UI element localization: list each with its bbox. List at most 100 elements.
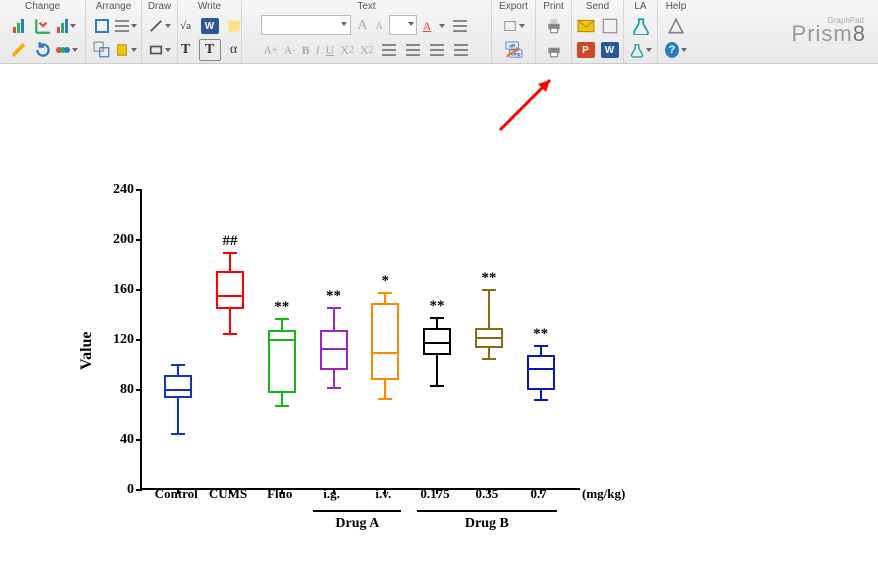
italic-button[interactable]: I <box>314 39 322 61</box>
group-title: Print <box>536 0 571 14</box>
font-color-menu-icon[interactable] <box>439 24 445 28</box>
email-icon[interactable] <box>575 15 597 37</box>
svg-text:tiff: tiff <box>509 43 515 48</box>
draw-shape-icon[interactable] <box>149 39 171 61</box>
y-tick-label: 0 <box>102 482 134 498</box>
group-label: Drug A <box>335 516 379 532</box>
y-tick <box>136 489 142 491</box>
group-title: Export <box>492 0 535 14</box>
plot-area: 04080120160200240##*********** <box>140 190 580 490</box>
y-tick <box>136 389 142 391</box>
group-print: Print <box>536 0 572 63</box>
send-word-icon[interactable]: W <box>599 39 621 61</box>
group-write: Write √a W T T α <box>178 0 242 63</box>
chart: Value 04080120160200240##*********** (mg… <box>80 180 600 560</box>
font-color-icon[interactable]: A <box>421 15 434 37</box>
significance-marker: ** <box>430 298 445 315</box>
y-axis-label: Value <box>78 331 96 370</box>
printer-icon[interactable] <box>543 15 565 37</box>
list-icon[interactable] <box>450 39 472 61</box>
annotation-arrow-icon <box>490 70 570 140</box>
magic-wand-icon[interactable] <box>8 39 30 61</box>
brand-name: Prism8 <box>792 21 866 47</box>
group-title: Text <box>242 0 491 14</box>
font-minus-icon[interactable]: A- <box>282 39 298 61</box>
font-size-selector[interactable] <box>389 15 417 35</box>
group-bracket <box>417 510 557 512</box>
group-title: Help <box>658 0 694 14</box>
word-export-icon[interactable]: W <box>199 15 221 37</box>
group-title: Write <box>178 0 241 14</box>
x-tick-label: 0.7 <box>530 486 546 502</box>
text-box-icon[interactable]: T <box>199 39 221 61</box>
y-tick-label: 120 <box>102 332 134 348</box>
significance-marker: ** <box>481 270 496 287</box>
align-menu-icon[interactable] <box>115 15 137 37</box>
line-spacing-icon[interactable] <box>449 15 471 37</box>
font-plus-icon[interactable]: A+ <box>261 39 279 61</box>
equation-icon[interactable]: √a <box>175 15 197 37</box>
help-question-icon[interactable]: ? <box>665 39 687 61</box>
group-arrange: Arrange <box>86 0 142 63</box>
print-preview-icon[interactable] <box>543 39 565 61</box>
send-all-icon[interactable] <box>599 15 621 37</box>
subscript-button[interactable]: X2 <box>358 39 376 61</box>
font-shrink-icon[interactable]: A <box>373 15 384 37</box>
group-title: Arrange <box>86 0 141 14</box>
significance-marker: ** <box>533 326 548 343</box>
y-tick <box>136 239 142 241</box>
chart-type-icon[interactable] <box>8 15 30 37</box>
x-tick-label: i.g. <box>323 486 340 502</box>
y-tick-label: 40 <box>102 432 134 448</box>
para-align-left-icon[interactable] <box>378 39 400 61</box>
superscript-button[interactable]: X2 <box>338 39 356 61</box>
y-tick <box>136 189 142 191</box>
y-tick-label: 160 <box>102 282 134 298</box>
group-objects-icon[interactable] <box>91 39 113 61</box>
ribbon-toolbar: Change Arrange <box>0 0 878 64</box>
x-tick-label: Control <box>155 486 198 502</box>
y-tick <box>136 339 142 341</box>
flask-icon[interactable] <box>630 15 652 37</box>
x-tick-label: 0.175 <box>420 486 449 502</box>
bar-style-icon[interactable] <box>56 15 78 37</box>
flask-menu-icon[interactable] <box>630 39 652 61</box>
rotate-icon[interactable] <box>32 39 54 61</box>
x-unit-label: (mg/kg) <box>582 486 625 502</box>
group-title: LA <box>624 0 657 14</box>
para-align-center-icon[interactable] <box>402 39 424 61</box>
font-grow-icon[interactable]: A <box>355 15 369 37</box>
export-options-icon[interactable] <box>503 15 525 37</box>
app-branding: GraphPad Prism8 <box>694 0 878 63</box>
export-tiff-bmp-icon[interactable]: tiff bmp <box>503 39 525 61</box>
send-ppt-icon[interactable]: P <box>575 39 597 61</box>
draw-line-icon[interactable] <box>149 15 171 37</box>
y-tick-label: 240 <box>102 182 134 198</box>
group-la: LA <box>624 0 658 63</box>
x-tick-label: 0.35 <box>475 486 498 502</box>
group-title: Draw <box>142 0 177 14</box>
significance-marker: ** <box>274 299 289 316</box>
color-scheme-icon[interactable] <box>56 39 78 61</box>
paste-icon[interactable] <box>115 39 137 61</box>
text-tool-icon[interactable]: T <box>175 39 197 61</box>
group-title: Send <box>572 0 623 14</box>
axis-swap-icon[interactable] <box>32 15 54 37</box>
group-text: Text A A A A+ A- B I U X2 X2 <box>242 0 492 63</box>
group-help: Help ? <box>658 0 694 63</box>
x-tick-label: CUMS <box>209 486 247 502</box>
y-tick-label: 80 <box>102 382 134 398</box>
group-change: Change <box>0 0 86 63</box>
x-tick-label: Fluo <box>267 486 292 502</box>
x-tick-label: i.v. <box>375 486 391 502</box>
bold-button[interactable]: B <box>300 39 312 61</box>
font-selector[interactable] <box>261 15 351 35</box>
underline-button[interactable]: U <box>324 39 337 61</box>
y-tick <box>136 439 142 441</box>
significance-marker: * <box>382 273 390 290</box>
y-tick-label: 200 <box>102 232 134 248</box>
para-align-right-icon[interactable] <box>426 39 448 61</box>
help-prism-icon[interactable] <box>665 15 687 37</box>
group-bracket <box>313 510 401 512</box>
select-frame-icon[interactable] <box>91 15 113 37</box>
